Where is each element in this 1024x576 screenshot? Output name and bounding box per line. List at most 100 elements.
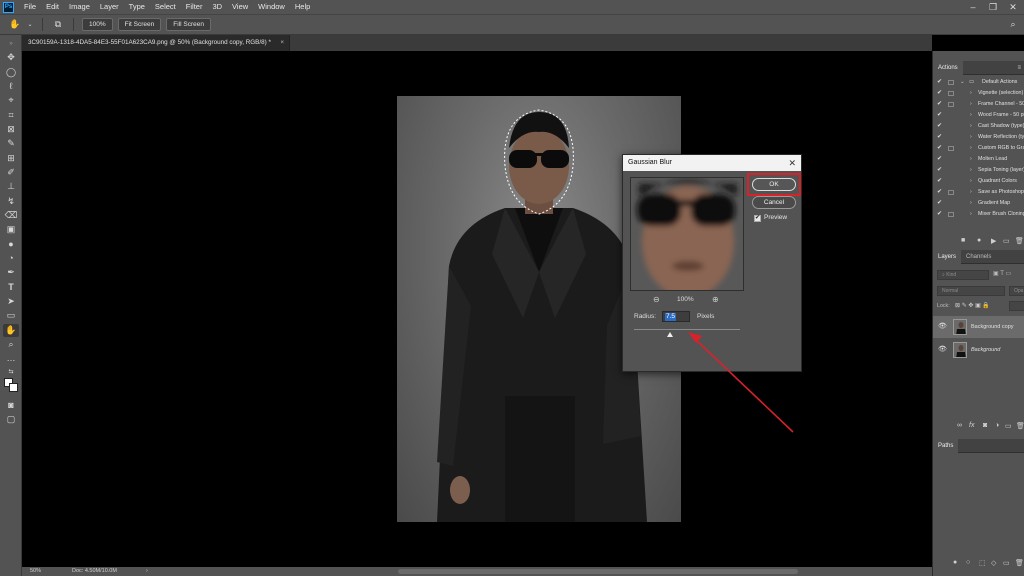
checkmark-icon[interactable]: ✔ bbox=[937, 176, 942, 187]
zoom-in-icon[interactable]: ⊕ bbox=[712, 295, 719, 304]
checkmark-icon[interactable]: ✔ bbox=[937, 143, 942, 154]
chevron-right-icon[interactable]: › bbox=[970, 198, 972, 209]
chevron-right-icon[interactable]: › bbox=[970, 165, 972, 176]
menu-layer[interactable]: Layer bbox=[95, 0, 124, 14]
layer-row[interactable]: 👁 Background copy bbox=[933, 316, 1024, 338]
blur-tool-icon[interactable]: ● bbox=[3, 238, 19, 251]
menu-file[interactable]: File bbox=[19, 0, 41, 14]
checkmark-icon[interactable]: ✔ bbox=[937, 121, 942, 132]
path-select-icon[interactable]: ➤ bbox=[3, 295, 19, 308]
chevron-right-icon[interactable]: › bbox=[970, 176, 972, 187]
list-item[interactable]: ✔ › Molten Lead bbox=[933, 154, 1024, 165]
menu-edit[interactable]: Edit bbox=[41, 0, 64, 14]
menu-select[interactable]: Select bbox=[150, 0, 181, 14]
dialog-toggle-icon[interactable] bbox=[948, 212, 954, 217]
chevron-right-icon[interactable]: › bbox=[970, 121, 972, 132]
gradient-tool-icon[interactable]: ▣ bbox=[3, 223, 19, 236]
menu-window[interactable]: Window bbox=[253, 0, 290, 14]
visibility-eye-icon[interactable]: 👁 bbox=[938, 339, 947, 361]
filter-preview[interactable] bbox=[630, 177, 744, 291]
checkmark-icon[interactable]: ✔ bbox=[937, 88, 942, 99]
menu-help[interactable]: Help bbox=[290, 0, 315, 14]
clone-stamp-icon[interactable]: ⊥ bbox=[3, 180, 19, 193]
list-item[interactable]: ✔ › Sepia Toning (layer) bbox=[933, 165, 1024, 176]
chevron-down-icon[interactable]: ⌄ bbox=[960, 77, 964, 88]
list-item[interactable]: ✔ › Custom RGB to Grayscale bbox=[933, 143, 1024, 154]
layer-name[interactable]: Background copy bbox=[971, 316, 1014, 338]
radius-slider-thumb[interactable] bbox=[667, 332, 674, 337]
crop-tool-icon[interactable]: ⌗ bbox=[3, 109, 19, 122]
scroll-all-windows-icon[interactable]: ⧉ bbox=[51, 18, 65, 31]
zoom-tool-icon[interactable]: ⌕ bbox=[3, 338, 19, 351]
preview-checkbox[interactable]: ✔ bbox=[754, 215, 761, 222]
panel-menu-icon[interactable]: ≡ bbox=[1017, 61, 1021, 75]
horizontal-scrollbar[interactable] bbox=[398, 569, 798, 574]
layer-row[interactable]: 👁 Background bbox=[933, 339, 1024, 361]
tab-actions[interactable]: Actions bbox=[933, 61, 963, 75]
frame-tool-icon[interactable]: ⊠ bbox=[3, 123, 19, 136]
cancel-button[interactable]: Cancel bbox=[752, 196, 796, 209]
radius-slider-track[interactable] bbox=[634, 329, 740, 330]
list-item[interactable]: ✔ › Water Reflection (type) bbox=[933, 132, 1024, 143]
healing-brush-icon[interactable]: ⊞ bbox=[3, 152, 19, 165]
chevron-right-icon[interactable]: › bbox=[970, 99, 972, 110]
checkmark-icon[interactable]: ✔ bbox=[937, 99, 942, 110]
chevron-right-icon[interactable]: › bbox=[970, 110, 972, 121]
tab-layers[interactable]: Layers bbox=[933, 250, 962, 264]
action-set-row[interactable]: ✔ ⌄ ▭ Default Actions bbox=[933, 77, 1024, 88]
list-item[interactable]: ✔ › Vignette (selection) bbox=[933, 88, 1024, 99]
hand-tool-icon[interactable]: ✋ bbox=[8, 18, 22, 31]
menu-type[interactable]: Type bbox=[124, 0, 150, 14]
stop-icon[interactable]: ■ bbox=[961, 237, 965, 244]
layer-name[interactable]: Background bbox=[971, 339, 1000, 361]
dialog-toggle-icon[interactable] bbox=[948, 80, 954, 85]
menu-filter[interactable]: Filter bbox=[181, 0, 208, 14]
dialog-title-bar[interactable]: Gaussian Blur ✕ bbox=[623, 155, 801, 171]
marquee-tool-icon[interactable]: ◯ bbox=[3, 66, 19, 79]
fill-field[interactable] bbox=[1009, 301, 1024, 311]
new-set-icon[interactable]: ▭ bbox=[1003, 237, 1010, 245]
search-icon[interactable]: ⌕ bbox=[1006, 18, 1020, 31]
chevron-down-icon[interactable]: ⌄ bbox=[26, 18, 34, 31]
record-icon[interactable]: ● bbox=[977, 237, 981, 244]
tab-channels[interactable]: Channels bbox=[961, 250, 996, 264]
stroke-path-icon[interactable]: ○ bbox=[966, 559, 970, 566]
eyedropper-tool-icon[interactable]: ✎ bbox=[3, 137, 19, 150]
quick-mask-icon[interactable]: ◙ bbox=[3, 399, 19, 412]
list-item[interactable]: ✔ › Frame Channel - 50 pixel bbox=[933, 99, 1024, 110]
mask-icon[interactable]: ◙ bbox=[983, 422, 987, 429]
checkmark-icon[interactable]: ✔ bbox=[937, 187, 942, 198]
lock-icons[interactable]: ⊠ ✎ ✥ ▣ 🔒 bbox=[955, 302, 990, 309]
close-tab-icon[interactable]: × bbox=[280, 35, 284, 51]
make-path-icon[interactable]: ◇ bbox=[991, 559, 996, 567]
checkmark-icon[interactable]: ✔ bbox=[937, 132, 942, 143]
eraser-tool-icon[interactable]: ⌫ bbox=[3, 209, 19, 222]
checkmark-icon[interactable]: ✔ bbox=[937, 198, 942, 209]
checkmark-icon[interactable]: ✔ bbox=[937, 209, 942, 220]
new-path-icon[interactable]: ▭ bbox=[1003, 559, 1010, 567]
more-tools-icon[interactable]: … bbox=[3, 352, 19, 365]
dialog-toggle-icon[interactable] bbox=[948, 91, 954, 96]
type-tool-icon[interactable]: T bbox=[3, 281, 19, 294]
menu-view[interactable]: View bbox=[227, 0, 253, 14]
fx-icon[interactable]: fx bbox=[969, 422, 974, 429]
trash-icon[interactable]: 🗑 bbox=[1016, 422, 1024, 430]
checkmark-icon[interactable]: ✔ bbox=[937, 154, 942, 165]
list-item[interactable]: ✔ › Save as Photoshop PDF bbox=[933, 187, 1024, 198]
pen-tool-icon[interactable]: ✒ bbox=[3, 266, 19, 279]
list-item[interactable]: ✔ › Mixer Brush Cloning bbox=[933, 209, 1024, 220]
dialog-toggle-icon[interactable] bbox=[948, 102, 954, 107]
fill-path-icon[interactable]: ● bbox=[953, 559, 957, 566]
trash-icon[interactable]: 🗑 bbox=[1015, 237, 1024, 245]
link-icon[interactable]: ∞ bbox=[957, 422, 962, 429]
dialog-toggle-icon[interactable] bbox=[948, 190, 954, 195]
zoom-readout[interactable]: 50% bbox=[30, 567, 41, 576]
radius-input[interactable]: 7.5 bbox=[662, 311, 690, 322]
background-color-swatch[interactable] bbox=[9, 383, 18, 392]
close-window-icon[interactable]: ✕ bbox=[1006, 0, 1020, 14]
checkmark-icon[interactable]: ✔ bbox=[937, 165, 942, 176]
document-tab[interactable]: 3C90159A-1318-4DA5-84E3-55F01A623CA9.png… bbox=[22, 35, 290, 51]
blend-mode-select[interactable]: Normal bbox=[937, 286, 1005, 296]
list-item[interactable]: ✔ › Quadrant Colors bbox=[933, 176, 1024, 187]
list-item[interactable]: ✔ › Wood Frame - 50 pixel bbox=[933, 110, 1024, 121]
